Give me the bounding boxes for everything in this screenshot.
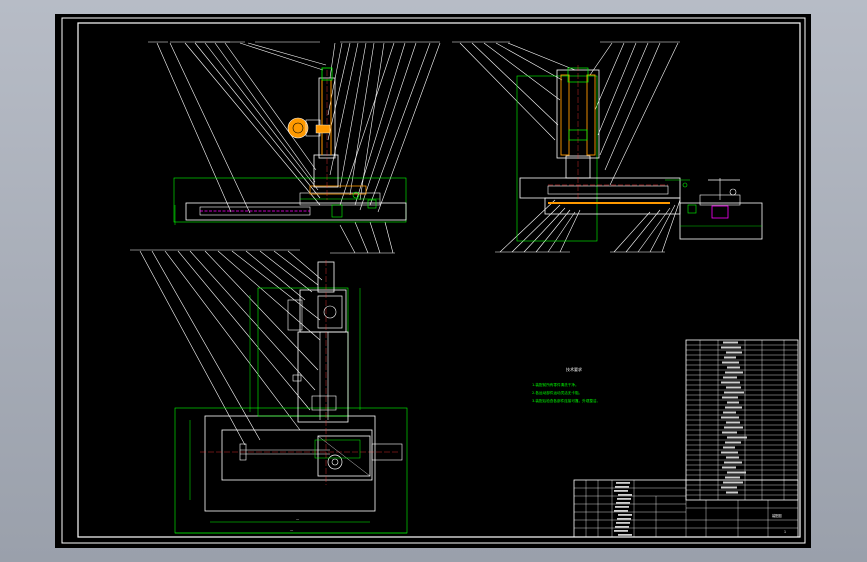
drawing-canvas[interactable]: — — 技术要求 1.装配前所有零件清洗干净。 2.各运动部件运动灵活无卡阻。 … (0, 0, 867, 562)
bom-cell-text-glyph (723, 481, 743, 484)
bom-cell-text-glyph (726, 491, 738, 494)
bom-cell-text-glyph (726, 456, 739, 459)
title-block-text-glyph (616, 522, 630, 524)
bom-cell-text-glyph (723, 341, 738, 344)
bom-cell-text-glyph (721, 451, 738, 454)
notes-line-1: 1.装配前所有零件清洗干净。 (532, 382, 579, 387)
notes-title: 技术要求 (566, 366, 582, 372)
title-block-text-glyph (618, 514, 632, 516)
bom-cell-text-glyph (726, 421, 740, 424)
bom-cell-text-glyph (724, 356, 736, 359)
cad-viewport[interactable]: — — 技术要求 1.装配前所有零件清洗干净。 2.各运动部件运动灵活无卡阻。 … (0, 0, 867, 562)
drawing-name: 装配图 (772, 513, 782, 518)
bom-cell-text-glyph (726, 351, 742, 354)
bom-cell-text-glyph (721, 381, 740, 384)
title-block-text-glyph (617, 498, 631, 500)
bom-cell-text-glyph (727, 401, 739, 404)
bom-cell-text-glyph (723, 446, 735, 449)
title-block-text-glyph (618, 494, 632, 496)
notes-line-2: 2.各运动部件运动灵活无卡阻。 (532, 390, 582, 395)
bom-cell-text-glyph (722, 431, 737, 434)
title-block-text-glyph (615, 526, 629, 528)
title-block-text-glyph (614, 490, 628, 492)
title-block-text-glyph (617, 518, 631, 520)
bom-cell-text-glyph (724, 461, 742, 464)
bom-cell-text-glyph (725, 371, 743, 374)
bom-cell-text-glyph (722, 361, 739, 364)
bom-cell-text-glyph (721, 416, 739, 419)
bom-cell-text-glyph (727, 436, 747, 439)
bom-cell-text-glyph (722, 396, 738, 399)
bom-cell-text-glyph (721, 486, 737, 489)
title-block-text-glyph (616, 502, 630, 504)
title-block-text-glyph (615, 506, 629, 508)
bom-cell-text-glyph (724, 426, 743, 429)
bom-cell-text-glyph (722, 466, 736, 469)
drawing-sheet (55, 14, 811, 548)
title-block-text-glyph (615, 486, 629, 488)
bom-cell-text-glyph (723, 411, 736, 414)
bom-cell-text-glyph (727, 366, 740, 369)
title-block-text-glyph (616, 482, 630, 484)
bom-cell-text-glyph (725, 476, 740, 479)
bom-cell-text-glyph (723, 376, 737, 379)
bom-cell-text-glyph (725, 406, 742, 409)
bom-cell-text-glyph (727, 471, 746, 474)
title-block-text-glyph (618, 534, 632, 536)
sheet-number: 1 (784, 530, 786, 534)
notes-line-3: 3.装配后检查各部件连接可靠，外观整洁。 (532, 398, 600, 403)
bom-cell-text-glyph (726, 386, 741, 389)
bom-cell-text-glyph (725, 441, 741, 444)
bom-cell-text-glyph (721, 346, 741, 349)
title-block-text-glyph (614, 530, 628, 532)
bom-cell-text-glyph (724, 391, 744, 394)
title-block-text-glyph (614, 510, 628, 512)
